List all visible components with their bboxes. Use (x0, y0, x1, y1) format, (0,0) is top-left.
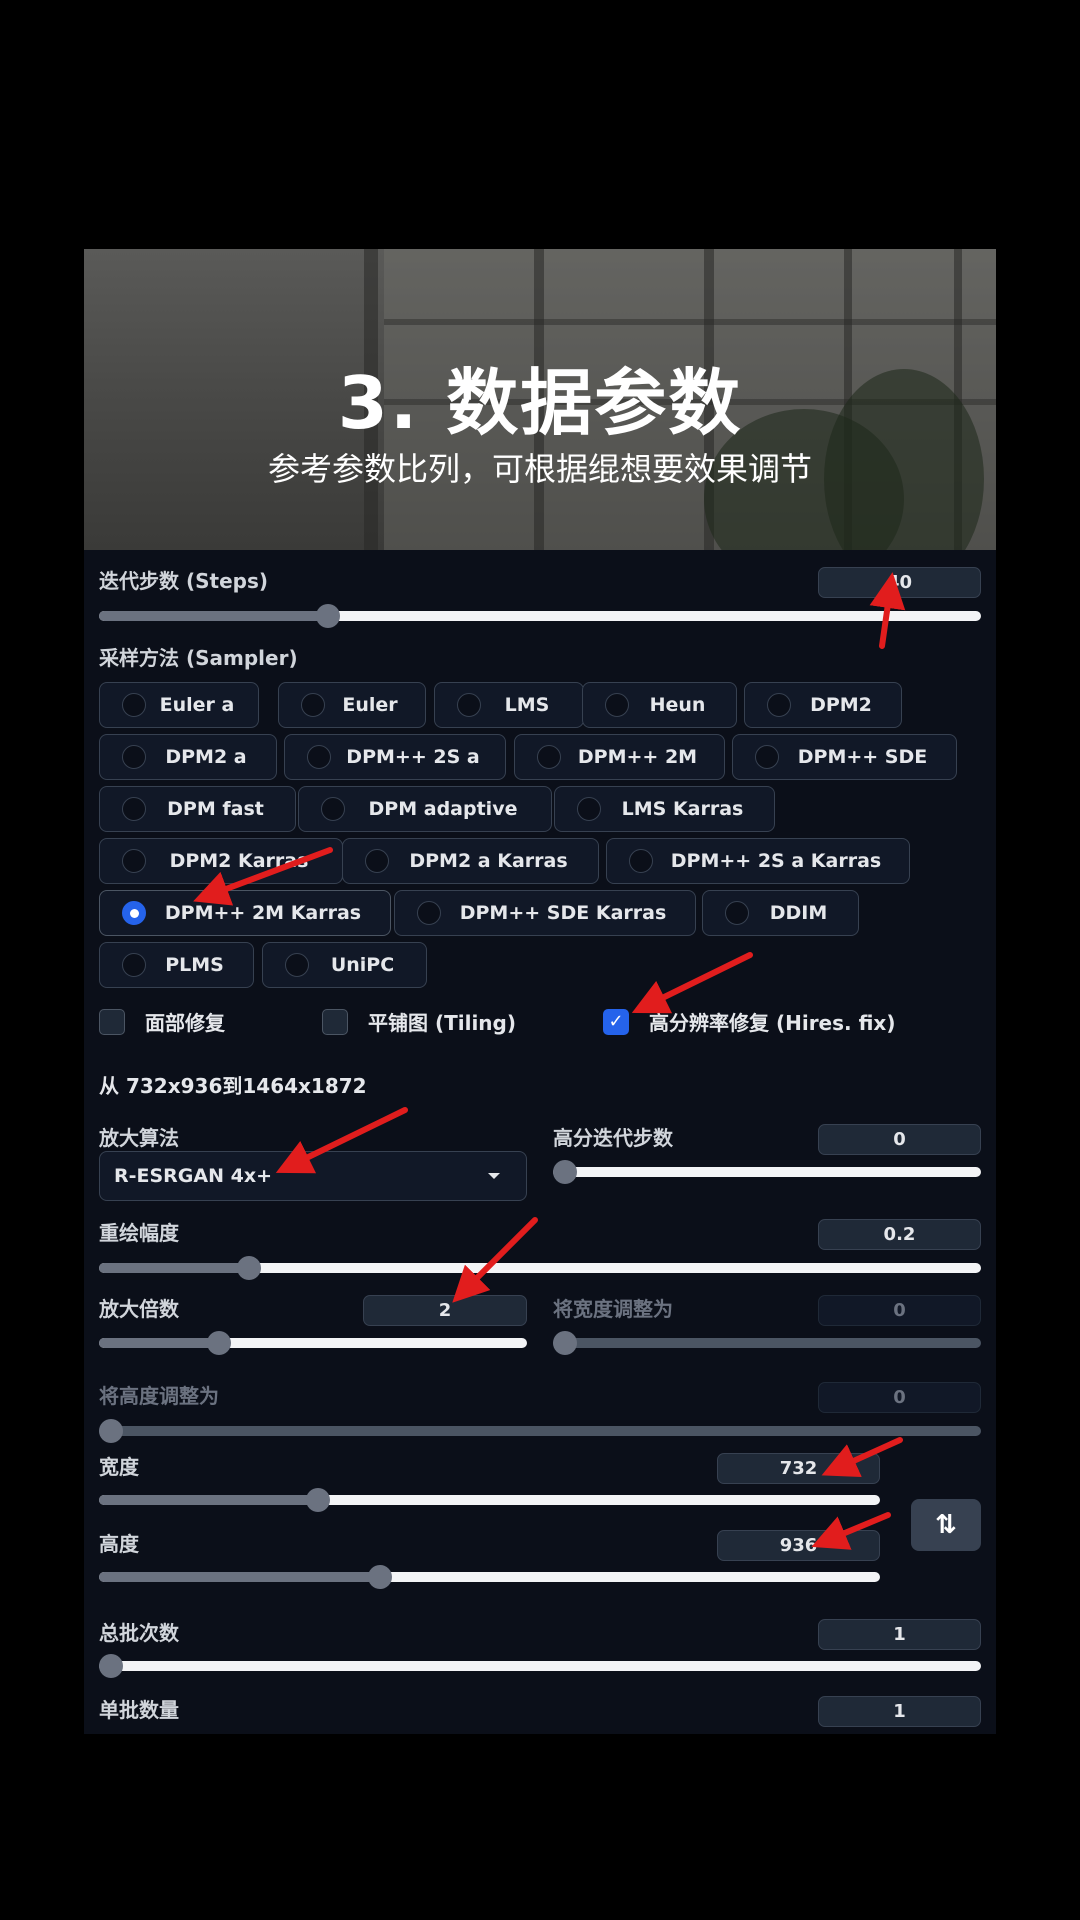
sampler-option-ddim[interactable]: DDIM (702, 890, 859, 936)
radio-icon (122, 797, 146, 821)
radio-icon (629, 849, 653, 873)
radio-icon (122, 953, 146, 977)
tiling-checkbox[interactable]: 平铺图 (Tiling) (322, 1007, 516, 1036)
height-slider[interactable] (99, 1565, 880, 1589)
banner-subtitle: 参考参数比列，可根据绲想要效果调节 (267, 450, 812, 488)
radio-icon (755, 745, 779, 769)
steps-label: 迭代步数 (Steps) (99, 569, 268, 593)
resize-height-slider[interactable] (99, 1419, 981, 1443)
resize-height-input[interactable]: 0 (818, 1382, 981, 1413)
radio-icon (122, 745, 146, 769)
radio-icon (767, 693, 791, 717)
resize-height-label: 将高度调整为 (99, 1384, 219, 1408)
batch-count-slider[interactable] (99, 1654, 981, 1678)
settings-panel: 3. 数据参数 参考参数比列，可根据绲想要效果调节 迭代步数 (Steps) 4… (84, 249, 996, 1734)
radio-icon (307, 745, 331, 769)
sampler-option-lms[interactable]: LMS (434, 682, 584, 728)
sampler-option-lms-karras[interactable]: LMS Karras (554, 786, 775, 832)
checkbox-icon (322, 1008, 348, 1035)
hires-size-info: 从 732x936到1464x1872 (99, 1074, 367, 1098)
sampler-option-dpm-fast[interactable]: DPM fast (99, 786, 296, 832)
resize-width-label: 将宽度调整为 (553, 1297, 673, 1321)
radio-icon (285, 953, 309, 977)
denoise-slider[interactable] (99, 1256, 981, 1280)
hires-steps-slider[interactable] (553, 1160, 981, 1184)
sampler-option-dpm2-a-karras[interactable]: DPM2 a Karras (342, 838, 599, 884)
resize-width-input[interactable]: 0 (818, 1295, 981, 1326)
radio-icon (725, 901, 749, 925)
swap-icon: ⇅ (935, 1510, 957, 1540)
radio-icon (457, 693, 481, 717)
sampler-option-dpmpp-2m[interactable]: DPM++ 2M (514, 734, 725, 780)
sampler-option-plms[interactable]: PLMS (99, 942, 254, 988)
sampler-option-dpmpp-sde-karras[interactable]: DPM++ SDE Karras (394, 890, 696, 936)
resize-width-slider[interactable] (553, 1331, 981, 1355)
steps-slider[interactable] (99, 604, 981, 628)
width-slider[interactable] (99, 1488, 880, 1512)
batch-size-input[interactable]: 1 (818, 1696, 981, 1727)
upscaler-select[interactable]: R-ESRGAN 4x+ (99, 1151, 527, 1201)
hires-fix-checkbox[interactable]: ✓ 高分辨率修复 (Hires. fix) (603, 1007, 895, 1036)
denoise-label: 重绘幅度 (99, 1221, 179, 1245)
sampler-option-dpmpp-2s-a[interactable]: DPM++ 2S a (284, 734, 506, 780)
radio-icon (577, 797, 601, 821)
batch-count-label: 总批次数 (99, 1621, 179, 1645)
radio-icon (605, 693, 629, 717)
swap-dimensions-button[interactable]: ⇅ (911, 1499, 981, 1551)
checkbox-icon (99, 1008, 125, 1035)
face-restore-checkbox[interactable]: 面部修复 (99, 1007, 225, 1036)
batch-size-label: 单批数量 (99, 1698, 179, 1722)
radio-icon (122, 693, 146, 717)
sampler-option-dpmpp-2m-karras[interactable]: DPM++ 2M Karras (99, 890, 391, 936)
sampler-option-dpmpp-sde[interactable]: DPM++ SDE (732, 734, 957, 780)
upscale-by-label: 放大倍数 (99, 1297, 179, 1321)
hires-steps-label: 高分迭代步数 (553, 1126, 673, 1150)
upscaler-label: 放大算法 (99, 1126, 179, 1150)
chevron-down-icon (488, 1173, 500, 1179)
radio-icon (365, 849, 389, 873)
width-input[interactable]: 732 (717, 1453, 880, 1484)
sampler-option-heun[interactable]: Heun (582, 682, 737, 728)
radio-icon (321, 797, 345, 821)
steps-slider-thumb[interactable] (316, 604, 341, 628)
radio-icon (122, 849, 146, 873)
banner-title: 3. 数据参数 (337, 361, 743, 445)
radio-icon (537, 745, 561, 769)
radio-selected-icon (122, 901, 146, 925)
upscale-by-slider[interactable] (99, 1331, 527, 1355)
denoise-input[interactable]: 0.2 (818, 1219, 981, 1250)
hires-steps-input[interactable]: 0 (818, 1124, 981, 1155)
radio-icon (417, 901, 441, 925)
sampler-option-euler[interactable]: Euler (278, 682, 426, 728)
checkmark-icon: ✓ (603, 1008, 629, 1035)
sampler-option-dpm2-a[interactable]: DPM2 a (99, 734, 277, 780)
height-label: 高度 (99, 1532, 139, 1556)
width-label: 宽度 (99, 1455, 139, 1479)
sampler-option-unipc[interactable]: UniPC (262, 942, 427, 988)
sampler-option-euler-a[interactable]: Euler a (99, 682, 259, 728)
header-banner: 3. 数据参数 参考参数比列，可根据绲想要效果调节 (84, 249, 996, 550)
sampler-option-dpm-adaptive[interactable]: DPM adaptive (298, 786, 552, 832)
radio-icon (301, 693, 325, 717)
sampler-option-dpm2-karras[interactable]: DPM2 Karras (99, 838, 343, 884)
batch-count-input[interactable]: 1 (818, 1619, 981, 1650)
steps-input[interactable]: 40 (818, 567, 981, 598)
height-input[interactable]: 936 (717, 1530, 880, 1561)
sampler-option-dpmpp-2s-a-karras[interactable]: DPM++ 2S a Karras (606, 838, 910, 884)
sampler-label: 采样方法 (Sampler) (99, 646, 298, 670)
upscale-by-input[interactable]: 2 (363, 1295, 527, 1326)
sampler-option-dpm2[interactable]: DPM2 (744, 682, 902, 728)
